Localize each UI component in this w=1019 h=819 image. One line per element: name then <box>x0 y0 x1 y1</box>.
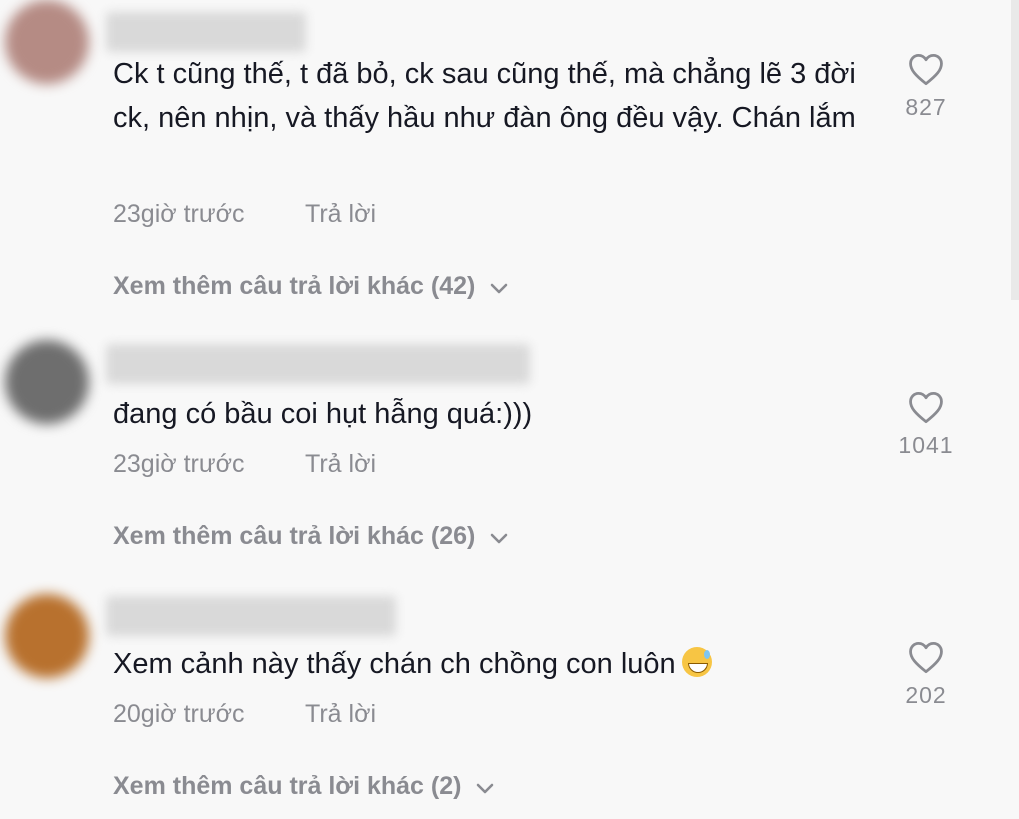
avatar[interactable] <box>5 594 89 678</box>
chevron-down-icon <box>491 283 508 293</box>
reply-button[interactable]: Trả lời <box>305 450 376 479</box>
comment-text-content: Xem cảnh này thấy chán ch chồng con luôn <box>113 648 676 680</box>
comment-text: Ck t cũng thế, t đã bỏ, ck sau cũng thế,… <box>113 58 856 134</box>
view-more-replies[interactable]: Xem thêm câu trả lời khác (2) <box>113 772 495 801</box>
grinning-sweat-emoji-icon <box>681 647 712 677</box>
chevron-down-icon <box>491 533 508 543</box>
comment-meta: 23giờ trước Trả lời <box>113 450 376 479</box>
heart-outline-icon <box>909 392 943 424</box>
like-count: 827 <box>905 94 947 120</box>
reply-button[interactable]: Trả lời <box>305 200 376 229</box>
username-blurred[interactable] <box>106 12 306 52</box>
view-more-replies[interactable]: Xem thêm câu trả lời khác (42) <box>113 272 509 301</box>
reply-button[interactable]: Trả lời <box>305 700 376 729</box>
like-button[interactable]: 827 <box>892 52 960 121</box>
like-count: 1041 <box>898 432 954 458</box>
view-more-replies-label: Xem thêm câu trả lời khác (42) <box>113 272 476 300</box>
like-button[interactable]: 1041 <box>892 390 960 459</box>
view-more-replies-label: Xem thêm câu trả lời khác (26) <box>113 522 476 550</box>
comment-text: Xem cảnh này thấy chán ch chồng con luôn <box>113 642 873 686</box>
view-more-replies[interactable]: Xem thêm câu trả lời khác (26) <box>113 522 509 551</box>
comment-meta: 23giờ trước Trả lời <box>113 200 376 229</box>
heart-outline-icon <box>909 54 943 86</box>
comment-feed: Ck t cũng thế, t đã bỏ, ck sau cũng thế,… <box>0 0 1019 819</box>
chevron-down-icon <box>477 783 494 793</box>
scrollbar-track[interactable] <box>1011 0 1019 300</box>
comment-time: 23giờ trước <box>113 450 245 478</box>
avatar[interactable] <box>5 0 89 84</box>
comment-time: 23giờ trước <box>113 200 245 228</box>
like-button[interactable]: 202 <box>892 640 960 709</box>
comment-meta: 20giờ trước Trả lời <box>113 700 376 729</box>
avatar[interactable] <box>5 340 89 424</box>
like-count: 202 <box>905 682 947 708</box>
comment-text: đang có bầu coi hụt hẫng quá:))) <box>113 398 533 430</box>
heart-outline-icon <box>909 642 943 674</box>
comment-time: 20giờ trước <box>113 700 245 728</box>
view-more-replies-label: Xem thêm câu trả lời khác (2) <box>113 772 462 800</box>
username-blurred[interactable] <box>106 596 396 636</box>
username-blurred[interactable] <box>106 344 530 384</box>
